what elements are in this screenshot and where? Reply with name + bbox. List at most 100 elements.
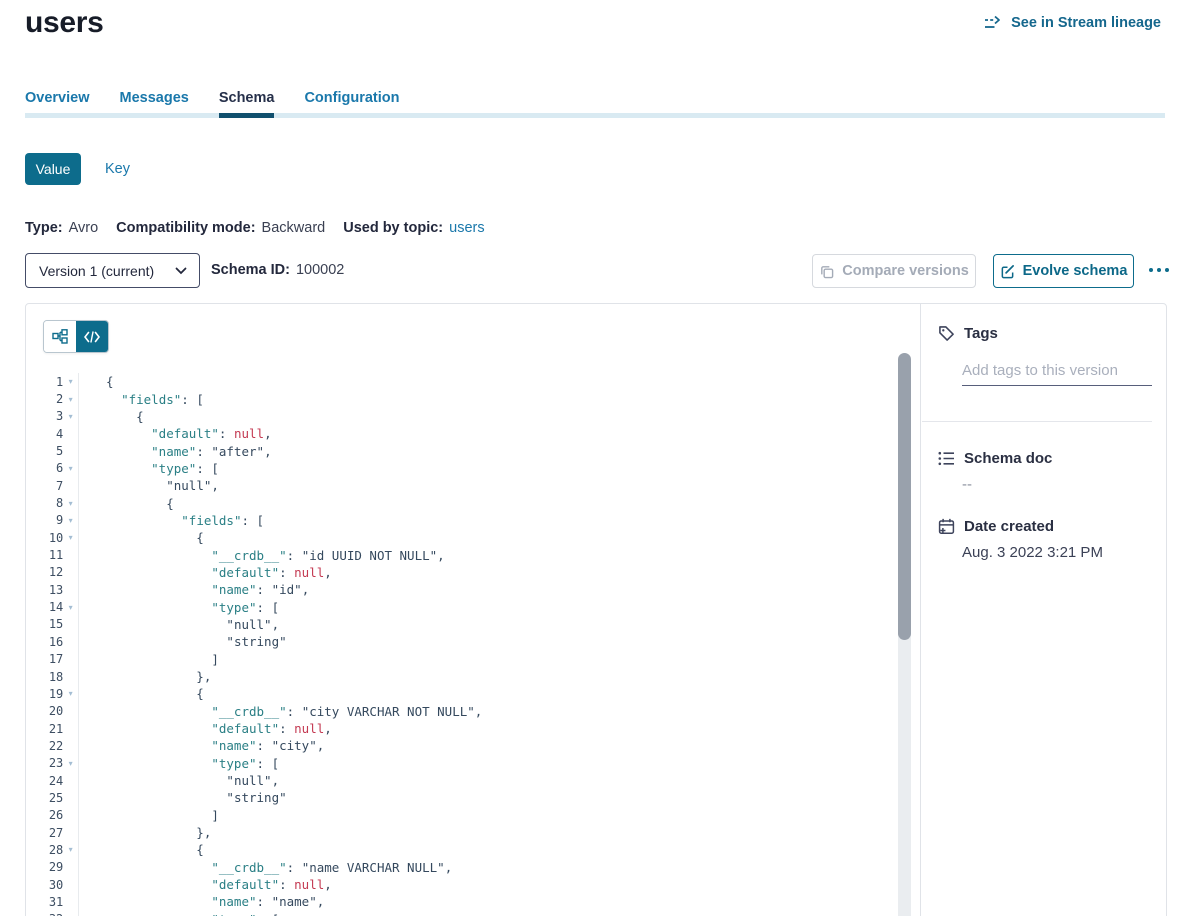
gutter: 26 (26, 807, 79, 824)
code-text: "string" (79, 634, 287, 649)
code-line: 32▾ "type": [ (26, 911, 900, 916)
meta-label: Compatibility mode: (116, 220, 255, 236)
code-line: 6▾ "type": [ (26, 460, 900, 477)
more-options-button[interactable] (1144, 258, 1174, 282)
editor-view-toggle (43, 320, 109, 353)
schema-page: users See in Stream lineage Overview Mess… (0, 0, 1189, 916)
topic-link[interactable]: users (449, 220, 484, 236)
value-tab-button[interactable]: Value (25, 153, 81, 185)
ellipsis-icon (1149, 268, 1153, 272)
add-tags-input[interactable] (962, 356, 1152, 386)
code-line: 1▾{ (26, 373, 900, 390)
code-line: 13 "name": "id", (26, 581, 900, 598)
gutter: 10▾ (26, 529, 79, 546)
code-line: 4 "default": null, (26, 425, 900, 442)
code-text: "default": null, (79, 426, 272, 441)
compare-versions-label: Compare versions (842, 263, 969, 279)
tab-overview[interactable]: Overview (25, 90, 90, 115)
line-number: 29 (26, 860, 63, 874)
gutter: 14▾ (26, 598, 79, 615)
code-view-button[interactable] (76, 321, 108, 352)
code-line: 28▾ { (26, 841, 900, 858)
fold-toggle-icon[interactable]: ▾ (63, 395, 78, 404)
line-number: 3 (26, 409, 63, 423)
chevron-down-icon (175, 267, 187, 275)
code-text: { (79, 374, 114, 389)
list-icon (938, 451, 955, 466)
schema-id-value: 100002 (296, 262, 344, 278)
line-number: 1 (26, 375, 63, 389)
gutter: 29 (26, 859, 79, 876)
code-editor-content: 1▾{2▾ "fields": [3▾ {4 "default": null,5… (26, 373, 900, 916)
key-tab-button[interactable]: Key (105, 161, 130, 177)
gutter: 6▾ (26, 460, 79, 477)
line-number: 30 (26, 878, 63, 892)
code-text: "__crdb__": "name VARCHAR NULL", (79, 860, 452, 875)
calendar-plus-icon (938, 518, 955, 535)
code-line: 27 }, (26, 824, 900, 841)
date-created-title: Date created (964, 518, 1054, 535)
line-number: 9 (26, 513, 63, 527)
editor-scrollbar[interactable] (898, 353, 911, 916)
fold-toggle-icon[interactable]: ▾ (63, 377, 78, 386)
schema-sidebar: Tags Schema doc -- Da (922, 304, 1166, 916)
compare-icon (819, 264, 834, 279)
gutter: 11 (26, 546, 79, 563)
schema-id-label: Schema ID: (211, 262, 290, 278)
tab-configuration[interactable]: Configuration (304, 90, 399, 115)
code-line: 21 "default": null, (26, 720, 900, 737)
code-text: "null", (79, 478, 219, 493)
version-select[interactable]: Version 1 (current) (25, 253, 200, 288)
fold-toggle-icon[interactable]: ▾ (63, 603, 78, 612)
gutter: 22 (26, 737, 79, 754)
line-number: 21 (26, 722, 63, 736)
line-number: 16 (26, 635, 63, 649)
code-line: 16 "string" (26, 633, 900, 650)
code-line: 3▾ { (26, 408, 900, 425)
stream-lineage-link[interactable]: See in Stream lineage (984, 15, 1161, 31)
line-number: 19 (26, 687, 63, 701)
code-line: 31 "name": "name", (26, 893, 900, 910)
line-number: 8 (26, 496, 63, 510)
code-text: { (79, 496, 174, 511)
line-number: 26 (26, 808, 63, 822)
code-text: "type": [ (79, 756, 279, 771)
fold-toggle-icon[interactable]: ▾ (63, 845, 78, 854)
line-number: 5 (26, 444, 63, 458)
tree-view-button[interactable] (44, 321, 76, 352)
gutter: 13 (26, 581, 79, 598)
code-line: 11 "__crdb__": "id UUID NOT NULL", (26, 546, 900, 563)
line-number: 11 (26, 548, 63, 562)
meta-value: Backward (262, 220, 326, 236)
fold-toggle-icon[interactable]: ▾ (63, 689, 78, 698)
fold-toggle-icon[interactable]: ▾ (63, 516, 78, 525)
fold-toggle-icon[interactable]: ▾ (63, 759, 78, 768)
code-text: "null", (79, 617, 279, 632)
line-number: 12 (26, 565, 63, 579)
fold-toggle-icon[interactable]: ▾ (63, 533, 78, 542)
value-key-toggle: Value Key (25, 153, 130, 185)
gutter: 15 (26, 616, 79, 633)
fold-toggle-icon[interactable]: ▾ (63, 464, 78, 473)
fold-toggle-icon[interactable]: ▾ (63, 412, 78, 421)
schema-meta-row: Type:AvroCompatibility mode:BackwardUsed… (25, 220, 485, 236)
gutter: 4 (26, 425, 79, 442)
line-number: 7 (26, 479, 63, 493)
tab-messages[interactable]: Messages (120, 90, 189, 115)
code-text: "name": "id", (79, 582, 309, 597)
schema-editor: 1▾{2▾ "fields": [3▾ {4 "default": null,5… (26, 304, 921, 916)
line-number: 15 (26, 617, 63, 631)
fold-toggle-icon[interactable]: ▾ (63, 499, 78, 508)
tag-icon (938, 325, 955, 342)
compare-versions-button[interactable]: Compare versions (812, 254, 976, 288)
gutter: 7 (26, 477, 79, 494)
tab-bar: Overview Messages Schema Configuration (25, 90, 1165, 115)
code-line: 24 "null", (26, 772, 900, 789)
tab-schema[interactable]: Schema (219, 90, 275, 115)
evolve-schema-button[interactable]: Evolve schema (993, 254, 1134, 288)
gutter: 3▾ (26, 408, 79, 425)
sidebar-divider (922, 421, 1152, 422)
scrollbar-thumb[interactable] (898, 353, 911, 640)
gutter: 28▾ (26, 841, 79, 858)
code-text: ] (79, 652, 219, 667)
